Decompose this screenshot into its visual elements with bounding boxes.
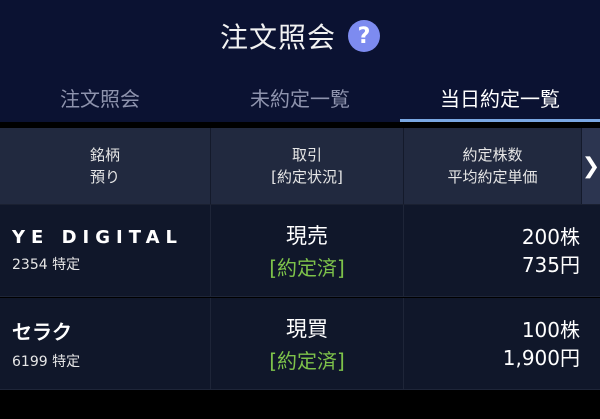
app-root: 注文照会 ? 注文照会 未約定一覧 当日約定一覧 銘柄 預り 取引 [約定状況]… xyxy=(0,0,600,419)
stock-code: 6199 特定 xyxy=(12,354,81,370)
table-row[interactable]: セラク 6199 特定 現買 [約定済] 100株 1,900円 xyxy=(0,298,600,390)
table-header: 銘柄 預り 取引 [約定状況] 約定株数 平均約定単価 ❯ xyxy=(0,128,600,205)
quantity-cell: 200株 735円 xyxy=(404,205,600,296)
stock-code: 2354 特定 xyxy=(12,257,81,273)
header-trade-line2: [約定状況] xyxy=(271,168,343,186)
header-quantity-line2: 平均約定単価 xyxy=(447,168,538,186)
stock-cell: セラク 6199 特定 xyxy=(0,298,211,389)
average-price: 1,900円 xyxy=(502,345,580,370)
help-icon[interactable]: ? xyxy=(348,20,380,52)
header-stock-line1: 銘柄 xyxy=(89,146,120,164)
stock-name: YE DIGITAL xyxy=(12,227,183,248)
average-price: 735円 xyxy=(521,252,580,277)
chevron-right-icon[interactable]: ❯ xyxy=(582,128,600,204)
tab-today-executed-list[interactable]: 当日約定一覧 xyxy=(400,72,600,122)
executed-quantity: 100株 xyxy=(521,317,580,342)
status-badge: [約定済] xyxy=(269,256,345,280)
stock-cell: YE DIGITAL 2354 特定 xyxy=(0,205,211,296)
header-stock-line2: 預り xyxy=(89,168,120,186)
tab-order-inquiry[interactable]: 注文照会 xyxy=(0,72,200,122)
tab-unexecuted-list[interactable]: 未約定一覧 xyxy=(200,72,400,122)
header-quantity: 約定株数 平均約定単価 xyxy=(404,128,582,204)
table-row[interactable]: YE DIGITAL 2354 特定 現売 [約定済] 200株 735円 xyxy=(0,205,600,297)
tab-bar: 注文照会 未約定一覧 当日約定一覧 xyxy=(0,72,600,122)
stock-name: セラク xyxy=(12,320,72,344)
quantity-cell: 100株 1,900円 xyxy=(404,298,600,389)
header-quantity-line1: 約定株数 xyxy=(462,146,523,164)
bottom-area xyxy=(0,390,600,419)
executed-quantity: 200株 xyxy=(521,224,580,249)
header-trade: 取引 [約定状況] xyxy=(211,128,404,204)
header-stock: 銘柄 預り xyxy=(0,128,211,204)
trade-cell: 現売 [約定済] xyxy=(211,205,404,296)
header-trade-line1: 取引 xyxy=(291,146,322,164)
trade-type: 現売 xyxy=(286,224,328,248)
header: 注文照会 ? xyxy=(0,0,600,72)
status-badge: [約定済] xyxy=(269,349,345,373)
trade-cell: 現買 [約定済] xyxy=(211,298,404,389)
page-title: 注文照会 xyxy=(219,21,336,54)
trade-type: 現買 xyxy=(286,317,328,341)
